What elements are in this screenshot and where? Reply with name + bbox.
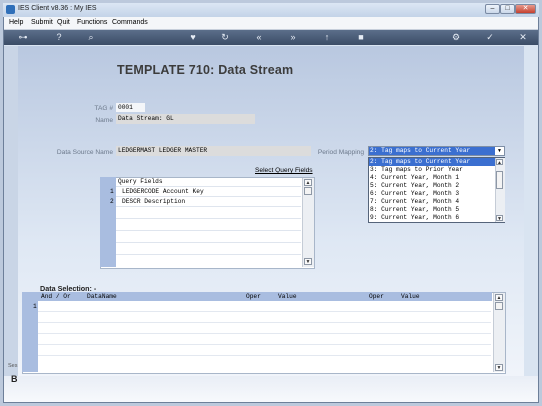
status-area	[4, 376, 538, 402]
data-source-label: Data Source Name	[56, 149, 113, 156]
key-icon[interactable]: ⊶	[16, 31, 30, 44]
col-value-2: Value	[401, 293, 420, 300]
col-oper-2: Oper	[369, 293, 384, 300]
refresh-icon[interactable]: ↻	[218, 31, 232, 44]
period-option[interactable]: 7: Current Year, Month 4	[369, 198, 495, 206]
period-option[interactable]: 8: Current Year, Month 5	[369, 206, 495, 214]
tag-field[interactable]: 0001	[116, 103, 145, 112]
close-window-button[interactable]: ✕	[515, 4, 536, 14]
search-icon[interactable]: ⌕	[84, 31, 98, 44]
scroll-up-button[interactable]: ▲	[304, 179, 312, 186]
maximize-button[interactable]: □	[500, 4, 515, 14]
rewind-icon[interactable]: «	[252, 31, 266, 44]
scroll-down-button[interactable]: ▼	[304, 258, 312, 265]
period-option[interactable]: 5: Current Year, Month 2	[369, 182, 495, 190]
chevron-down-icon[interactable]: ▼	[495, 147, 504, 155]
app-icon	[6, 5, 15, 14]
col-value-1: Value	[278, 293, 297, 300]
menu-functions[interactable]: Functions	[77, 19, 107, 26]
select-query-fields-link[interactable]: Select Query Fields	[255, 167, 313, 174]
menu-submit[interactable]: Submit	[31, 19, 53, 26]
period-mapping-label: Period Mapping	[317, 149, 364, 156]
status-icon: B	[11, 374, 18, 384]
col-oper-1: Oper	[246, 293, 261, 300]
dsel-scroll-thumb[interactable]	[495, 302, 503, 310]
col-dataname: DataName	[87, 293, 117, 300]
upload-icon[interactable]: ↑	[320, 31, 334, 44]
dsel-row-number: 1	[33, 303, 37, 310]
dsel-scroll-up-button[interactable]: ▲	[495, 294, 503, 301]
menu-help[interactable]: Help	[9, 19, 23, 26]
period-option[interactable]: 6: Current Year, Month 3	[369, 190, 495, 198]
fast-forward-icon[interactable]: »	[286, 31, 300, 44]
check-icon[interactable]: ✓	[483, 31, 497, 44]
query-row-number: 2	[110, 198, 114, 205]
menu-commands[interactable]: Commands	[112, 19, 148, 26]
period-option[interactable]: 3: Tag maps to Prior Year	[369, 166, 495, 174]
heart-icon[interactable]: ♥	[186, 31, 200, 44]
data-selection-gutter	[22, 301, 38, 372]
period-scroll-up-button[interactable]: ▲	[496, 159, 503, 166]
period-scroll-down-button[interactable]: ▼	[496, 215, 503, 222]
period-option[interactable]: 2: Tag maps to Current Year	[369, 158, 495, 166]
name-label: Name	[95, 117, 113, 124]
period-mapping-value[interactable]: 2: Tag maps to Current Year	[369, 147, 495, 155]
period-option[interactable]: 9: Current Year, Month 6	[369, 214, 495, 222]
period-scroll-thumb[interactable]	[496, 171, 503, 189]
dsel-scroll-down-button[interactable]: ▼	[495, 364, 503, 371]
side-strip	[4, 46, 18, 376]
query-row-number: 1	[110, 188, 114, 195]
scroll-thumb[interactable]	[304, 187, 312, 195]
data-source-field[interactable]: LEDGERMAST LEDGER MASTER	[116, 146, 311, 156]
page-title: TEMPLATE 710: Data Stream	[117, 63, 294, 77]
minimize-button[interactable]: –	[485, 4, 500, 14]
query-header: Query Fields	[118, 178, 163, 185]
help-icon[interactable]: ?	[52, 31, 66, 44]
query-row[interactable]: DESCR Description	[122, 198, 185, 205]
close-icon[interactable]: ✕	[516, 31, 530, 44]
name-field[interactable]: Data Stream: GL	[116, 114, 255, 124]
period-option[interactable]: 4: Current Year, Month 1	[369, 174, 495, 182]
window-title: IES Client v8.36 : My IES	[18, 5, 97, 12]
stop-icon[interactable]: ■	[354, 31, 368, 44]
tag-label: TAG #	[94, 105, 113, 112]
menu-quit[interactable]: Quit	[57, 19, 70, 26]
status-label: Ses	[8, 363, 18, 369]
settings-icon[interactable]: ⚙	[449, 31, 463, 44]
col-and-or: And / Or	[41, 293, 71, 300]
query-row[interactable]: LEDGERCODE Account Key	[122, 188, 204, 195]
period-list-scrollbar[interactable]	[495, 158, 505, 222]
